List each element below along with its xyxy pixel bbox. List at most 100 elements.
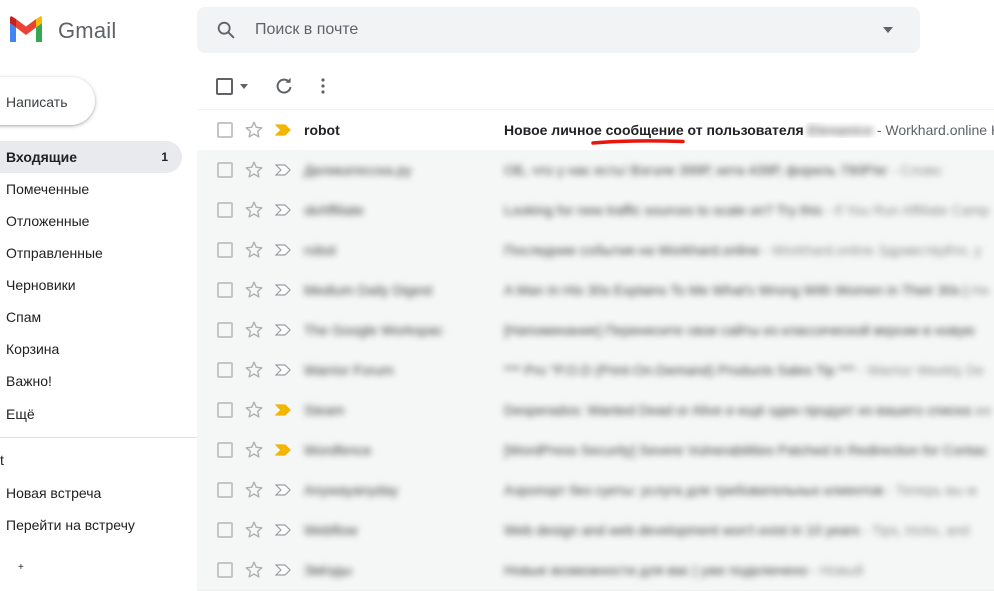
sidebar-item-starred[interactable]: Помеченные: [0, 173, 182, 205]
row-checkbox[interactable]: [217, 242, 233, 258]
importance-marker-icon[interactable]: [274, 203, 291, 216]
message-subject: Последние события на Workhard.online - W…: [504, 242, 994, 258]
sidebar-item-inbox[interactable]: Входящие 1: [0, 141, 182, 173]
row-checkbox[interactable]: [217, 442, 233, 458]
importance-marker-icon[interactable]: [274, 483, 291, 496]
star-icon[interactable]: [244, 520, 264, 540]
importance-marker-icon[interactable]: [274, 443, 291, 456]
message-row[interactable]: Anywayanyday Аэропорт без суеты: услуга д…: [197, 470, 994, 511]
importance-marker-icon[interactable]: [274, 363, 291, 376]
row-checkbox[interactable]: [217, 402, 233, 418]
row-checkbox[interactable]: [217, 482, 233, 498]
sidebar-divider: [0, 437, 197, 438]
message-sender: robot: [304, 242, 336, 258]
message-snippet: же: [970, 402, 992, 418]
importance-marker-icon[interactable]: [274, 523, 291, 536]
message-subject: Аэропорт без суеты: услуга для требовате…: [504, 482, 994, 498]
search-icon[interactable]: [215, 19, 237, 41]
sidebar-item-label: Корзина: [6, 341, 60, 357]
select-all-checkbox[interactable]: [216, 78, 233, 95]
star-icon[interactable]: [244, 480, 264, 500]
refresh-icon[interactable]: [274, 76, 294, 96]
redacted-username: Elenanice: [807, 122, 873, 138]
row-checkbox[interactable]: [217, 202, 233, 218]
message-sender: Wordfence: [304, 442, 372, 458]
star-icon[interactable]: [244, 440, 264, 460]
star-icon[interactable]: [244, 280, 264, 300]
compose-button[interactable]: Написать: [0, 77, 95, 125]
message-row[interactable]: Wordfence [WordPress Security] Severe Vul…: [197, 430, 994, 471]
row-checkbox[interactable]: [217, 162, 233, 178]
importance-marker-icon[interactable]: [274, 283, 291, 296]
row-checkbox[interactable]: [217, 322, 233, 338]
star-icon[interactable]: [244, 120, 264, 140]
sidebar-item-label: Черновики: [6, 277, 76, 293]
sidebar-item-label: Спам: [6, 309, 42, 325]
star-icon[interactable]: [244, 360, 264, 380]
star-icon[interactable]: [244, 200, 264, 220]
importance-marker-icon[interactable]: [274, 243, 291, 256]
sidebar-item-label: Отправленные: [6, 245, 103, 261]
message-row[interactable]: robot Последние события на Workhard.onlin…: [197, 230, 994, 271]
message-subject: *** Pro "P.O.D (Print-On-Demand) Product…: [504, 362, 994, 378]
top-bar: Gmail: [0, 0, 994, 62]
row-checkbox[interactable]: [217, 282, 233, 298]
message-row[interactable]: Звёзды Новые возможности для вас | уже по…: [197, 550, 994, 591]
red-underline-annotation: [591, 139, 685, 145]
message-row[interactable]: Warrior Forum *** Pro "P.O.D (Print-On-De…: [197, 350, 994, 391]
meet-section-marker: t: [0, 452, 4, 468]
message-subject-text: *** Pro "P.O.D (Print-On-Demand) Product…: [504, 362, 855, 378]
sidebar-item-snoozed[interactable]: Отложенные: [0, 205, 182, 237]
star-icon[interactable]: [244, 400, 264, 420]
message-sender: Steam: [304, 402, 345, 418]
message-snippet: - Слово: [887, 162, 942, 178]
row-checkbox[interactable]: [217, 522, 233, 538]
message-subject: [WordPress Security] Severe Vulnerabilit…: [504, 442, 994, 458]
sidebar-item-more[interactable]: Ещё: [0, 398, 182, 430]
message-subject: ОБ, что у нас есть! Вэгэле 399Р, кета 43…: [504, 162, 994, 178]
importance-marker-icon[interactable]: [274, 563, 291, 576]
meet-join-meeting[interactable]: Перейти на встречу: [6, 517, 135, 533]
sidebar-item-spam[interactable]: Спам: [0, 301, 182, 333]
star-icon[interactable]: [244, 560, 264, 580]
message-sender: The Google Workspac: [304, 322, 444, 338]
gmail-logo-icon[interactable]: [8, 15, 44, 43]
message-row[interactable]: Steam Desperados: Wanted Dead or Alive и …: [197, 390, 994, 431]
row-checkbox[interactable]: [217, 362, 233, 378]
message-sender: Webflow: [304, 522, 358, 538]
message-subject-text: [Напоминание] Перенесите свои сайты из к…: [504, 322, 975, 338]
sidebar-item-important[interactable]: Важно!: [0, 365, 182, 397]
message-row[interactable]: Medium Daily Digest A Man In His 30s Expl…: [197, 270, 994, 311]
importance-marker-icon[interactable]: [274, 403, 291, 416]
sidebar-item-trash[interactable]: Корзина: [0, 333, 182, 365]
chevron-down-icon[interactable]: [240, 84, 248, 89]
meet-new-meeting[interactable]: Новая встреча: [6, 485, 101, 501]
more-vert-icon[interactable]: [313, 76, 333, 96]
search-bar[interactable]: [197, 7, 920, 53]
search-options-dropdown-icon[interactable]: [883, 27, 893, 33]
message-snippet: - Workhard.online Ho: [876, 122, 994, 138]
message-snippet: He: [967, 282, 990, 298]
star-icon[interactable]: [244, 240, 264, 260]
message-row[interactable]: robot Новое личное сообщение от пользоват…: [197, 110, 994, 151]
row-checkbox[interactable]: [217, 122, 233, 138]
message-row[interactable]: Webflow Web design and web development wo…: [197, 510, 994, 551]
star-icon[interactable]: [244, 160, 264, 180]
sidebar-item-label: Важно!: [6, 373, 52, 389]
sidebar-item-drafts[interactable]: Черновики: [0, 269, 182, 301]
message-snippet: - Workhard.online Здравствуйте, у: [759, 242, 982, 258]
sidebar-item-label: Входящие: [6, 149, 77, 165]
message-subject: Looking for new traffic sources to scale…: [504, 202, 994, 218]
app-name[interactable]: Gmail: [58, 18, 116, 44]
message-row[interactable]: Деликатесска.ру ОБ, что у нас есть! Вэгэл…: [197, 150, 994, 191]
importance-marker-icon[interactable]: [274, 323, 291, 336]
importance-marker-icon[interactable]: [274, 123, 291, 136]
star-icon[interactable]: [244, 320, 264, 340]
message-row[interactable]: skAffiliate Looking for new traffic sourc…: [197, 190, 994, 231]
message-subject: Новое личное сообщение от пользователя E…: [504, 122, 994, 138]
importance-marker-icon[interactable]: [274, 163, 291, 176]
message-row[interactable]: The Google Workspac [Напоминание] Перенес…: [197, 310, 994, 351]
search-input[interactable]: [255, 7, 815, 53]
row-checkbox[interactable]: [217, 562, 233, 578]
sidebar-item-sent[interactable]: Отправленные: [0, 237, 182, 269]
